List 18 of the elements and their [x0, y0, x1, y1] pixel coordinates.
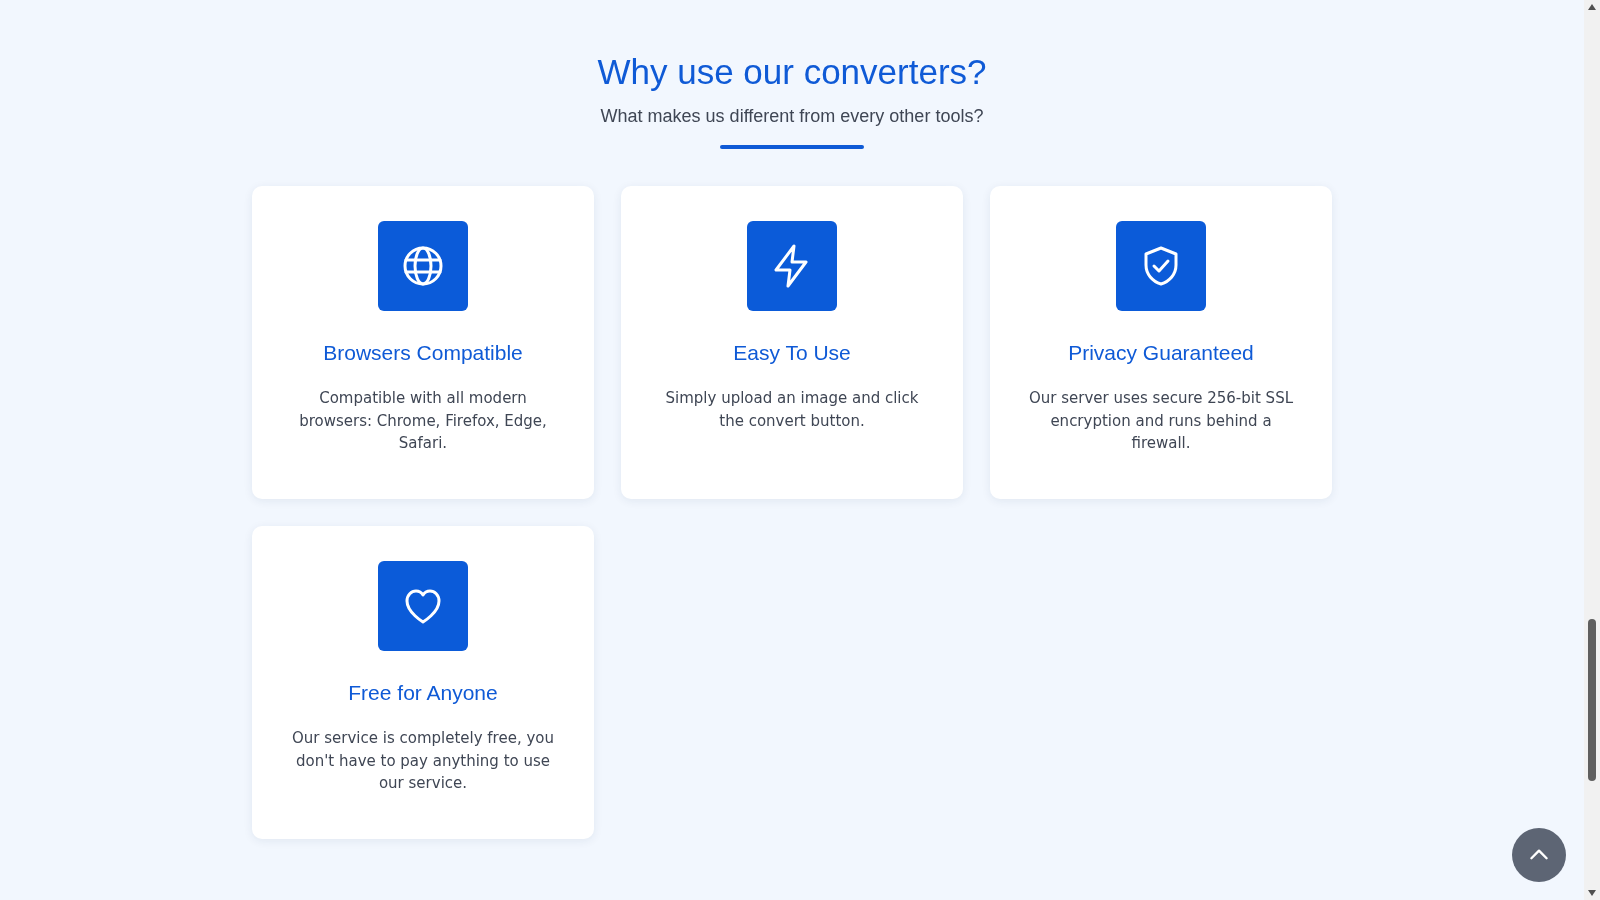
feature-description: Our service is completely free, you don't have to pay anything to use our service.: [290, 728, 555, 794]
feature-title: Easy To Use: [733, 341, 851, 365]
feature-description: Simply upload an image and click the convert button.: [664, 388, 920, 432]
feature-title: Free for Anyone: [348, 681, 498, 705]
lightning-icon: [747, 221, 837, 311]
scrollbar[interactable]: [1584, 0, 1600, 900]
shield-check-icon: [1116, 221, 1206, 311]
section-heading: Why use our converters?: [597, 52, 987, 92]
feature-description: Our server uses secure 256-bit SSL encryption and runs behind a firewall.: [1027, 388, 1294, 454]
feature-description: Compatible with all modern browsers: Chrome, Firefox, Edge, Safari.: [298, 388, 548, 454]
scroll-down-arrow-icon[interactable]: [1587, 889, 1597, 897]
scroll-up-arrow-icon[interactable]: [1587, 3, 1597, 11]
globe-icon: [378, 221, 468, 311]
scroll-to-top-button[interactable]: [1512, 828, 1566, 882]
section-subtitle: What makes us different from every other tools?: [600, 106, 984, 127]
scrollbar-thumb[interactable]: [1588, 619, 1596, 781]
feature-title: Browsers Compatible: [323, 341, 523, 365]
feature-title: Privacy Guaranteed: [1068, 341, 1254, 365]
